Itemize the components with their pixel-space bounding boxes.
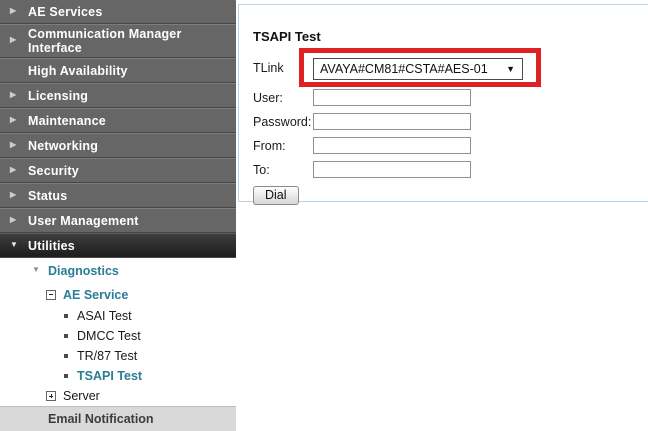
sidebar-item-label: Maintenance	[28, 114, 106, 128]
sidebar-item-label: AE Services	[28, 5, 102, 19]
chevron-right-icon: ▶	[10, 140, 28, 149]
submenu-item-dmcc-test[interactable]: DMCC Test	[0, 326, 236, 346]
expand-plus-icon[interactable]	[46, 391, 56, 401]
user-row: User:	[253, 89, 648, 106]
sidebar-nav: ▶ AE Services ▶ Communication Manager In…	[0, 0, 236, 415]
submenu-item-label: Server	[63, 389, 100, 403]
sidebar-item-label: Status	[28, 189, 67, 203]
sidebar-item-ae-services[interactable]: ▶ AE Services	[0, 0, 236, 24]
chevron-down-icon: ▼	[10, 240, 28, 249]
sidebar-item-licensing[interactable]: ▶ Licensing	[0, 83, 236, 108]
sidebar-item-label: Email Notification	[48, 412, 154, 426]
chevron-down-icon: ▼	[32, 265, 48, 274]
to-row: To:	[253, 161, 648, 178]
dial-button[interactable]: Dial	[253, 186, 299, 205]
sidebar-item-label: High Availability	[28, 64, 128, 78]
chevron-right-icon: ▶	[10, 115, 28, 124]
sidebar-item-security[interactable]: ▶ Security	[0, 158, 236, 183]
sidebar-item-label: Utilities	[28, 239, 75, 253]
tlink-select[interactable]: AVAYA#CM81#CSTA#AES-01 ▼	[313, 58, 523, 80]
collapse-minus-icon[interactable]	[46, 290, 56, 300]
submenu-item-asai-test[interactable]: ASAI Test	[0, 306, 236, 326]
sidebar-item-email-notification[interactable]: Email Notification	[0, 406, 236, 431]
sidebar-item-utilities[interactable]: ▼ Utilities	[0, 233, 236, 258]
submenu-item-label: ASAI Test	[77, 309, 132, 323]
square-bullet-icon	[64, 334, 68, 338]
submenu-item-server[interactable]: Server	[0, 386, 236, 406]
sidebar-item-user-management[interactable]: ▶ User Management	[0, 208, 236, 233]
submenu-item-label: DMCC Test	[77, 329, 141, 343]
chevron-right-icon: ▶	[10, 90, 28, 99]
chevron-right-icon: ▶	[10, 190, 28, 199]
sidebar-item-label: Networking	[28, 139, 98, 153]
chevron-right-icon: ▶	[10, 33, 28, 47]
submenu-item-label: TR/87 Test	[77, 349, 137, 363]
sidebar-item-networking[interactable]: ▶ Networking	[0, 133, 236, 158]
sidebar-item-label: User Management	[28, 214, 139, 228]
tsapi-test-form: TLink AVAYA#CM81#CSTA#AES-01 ▼ User: Pas…	[253, 48, 648, 205]
submenu-item-tsapi-test[interactable]: TSAPI Test	[0, 366, 236, 386]
page-title: TSAPI Test	[253, 29, 648, 44]
submenu-item-label: Diagnostics	[48, 264, 119, 278]
sidebar-item-maintenance[interactable]: ▶ Maintenance	[0, 108, 236, 133]
sidebar-item-label: Communication Manager Interface	[28, 27, 236, 55]
submenu-item-tr87-test[interactable]: TR/87 Test	[0, 346, 236, 366]
chevron-right-icon: ▶	[10, 165, 28, 174]
chevron-right-icon: ▶	[10, 215, 28, 224]
password-input[interactable]	[313, 113, 471, 130]
chevron-right-icon: ▶	[10, 6, 28, 15]
square-bullet-icon	[64, 314, 68, 318]
red-highlight-annotation: AVAYA#CM81#CSTA#AES-01 ▼	[299, 48, 541, 87]
submenu-item-ae-service[interactable]: AE Service	[0, 283, 236, 306]
user-input[interactable]	[313, 89, 471, 106]
from-row: From:	[253, 137, 648, 154]
sidebar-item-label: Security	[28, 164, 79, 178]
tlink-selected-value: AVAYA#CM81#CSTA#AES-01	[320, 62, 488, 76]
from-input[interactable]	[313, 137, 471, 154]
submenu-item-label: TSAPI Test	[77, 369, 142, 383]
tlink-row: TLink AVAYA#CM81#CSTA#AES-01 ▼	[253, 48, 648, 87]
to-label: To:	[253, 163, 313, 177]
square-bullet-icon	[64, 354, 68, 358]
sidebar-item-high-availability[interactable]: High Availability	[0, 58, 236, 83]
sidebar-item-status[interactable]: ▶ Status	[0, 183, 236, 208]
submenu-item-diagnostics[interactable]: ▼ Diagnostics	[0, 258, 236, 283]
square-bullet-icon	[64, 374, 68, 378]
sidebar-item-label: Licensing	[28, 89, 88, 103]
utilities-submenu: ▼ Diagnostics AE Service ASAI Test DMCC …	[0, 258, 236, 406]
tsapi-test-panel: TSAPI Test TLink AVAYA#CM81#CSTA#AES-01 …	[238, 4, 648, 202]
from-label: From:	[253, 139, 313, 153]
submenu-item-label: AE Service	[63, 288, 128, 302]
sidebar-item-communication-manager-interface[interactable]: ▶ Communication Manager Interface	[0, 24, 236, 58]
to-input[interactable]	[313, 161, 471, 178]
dropdown-caret-icon: ▼	[506, 64, 515, 74]
user-label: User:	[253, 91, 313, 105]
password-label: Password:	[253, 115, 313, 129]
password-row: Password:	[253, 113, 648, 130]
